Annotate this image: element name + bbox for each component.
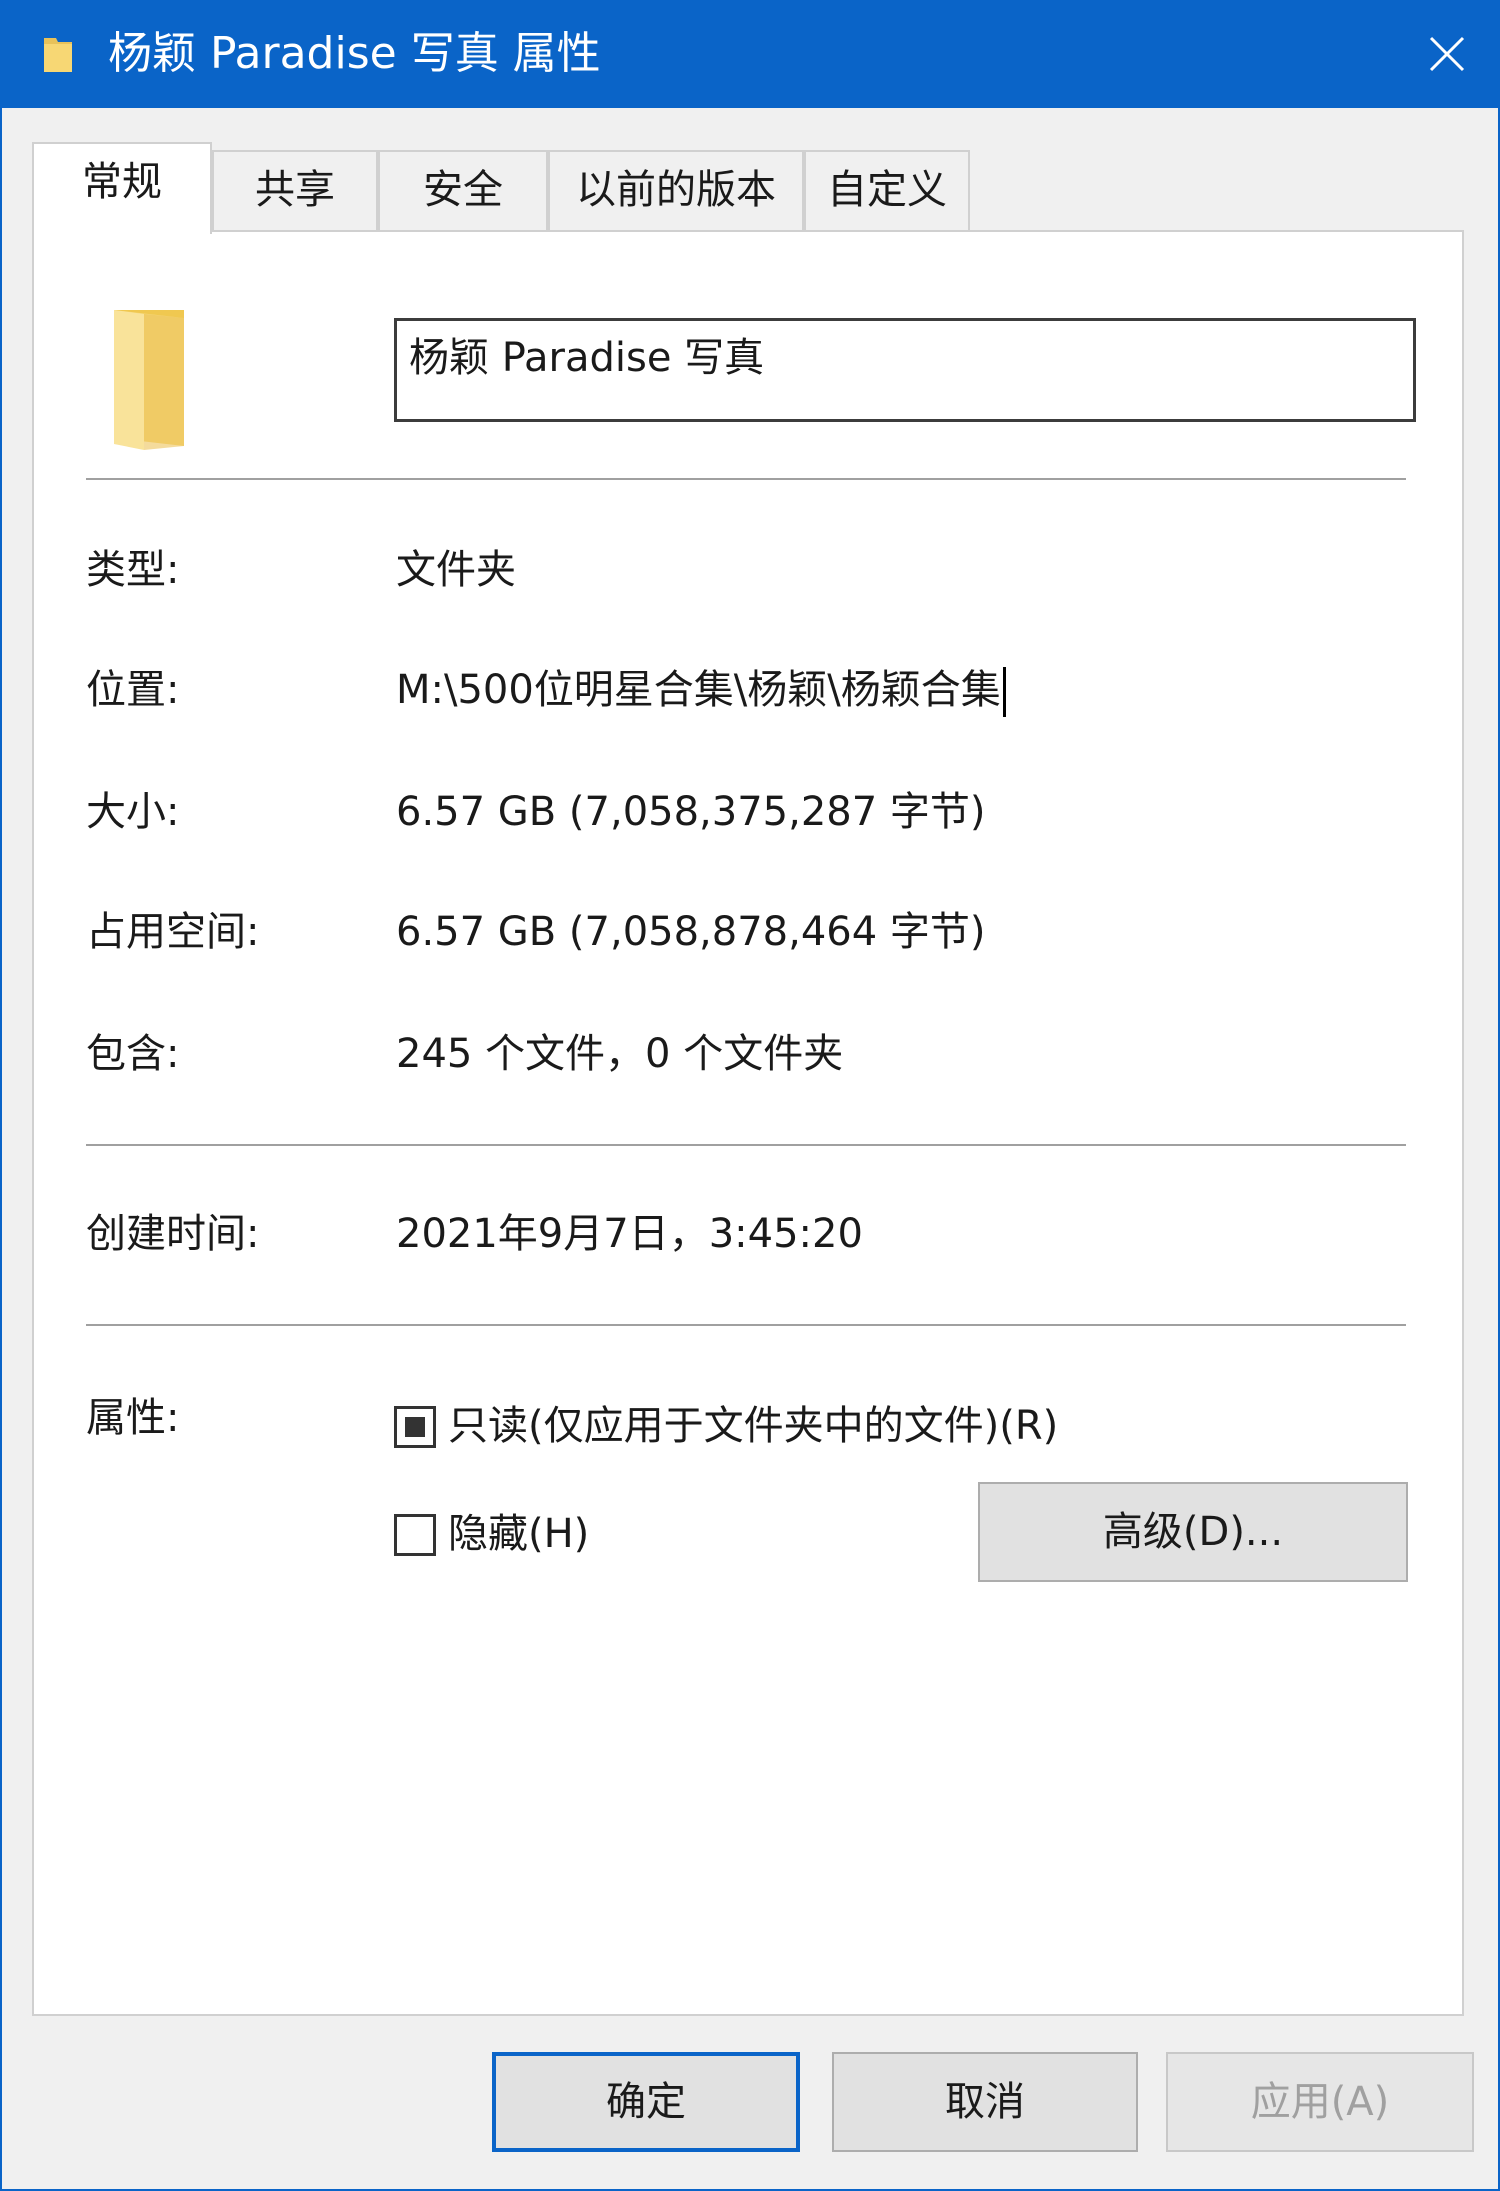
indeterminate-mark (405, 1417, 425, 1437)
disk-size-value: 6.57 GB (7,058,878,464 字节) (396, 909, 986, 955)
close-button[interactable] (1392, 0, 1500, 108)
window-title: 杨颖 Paradise 写真 属性 (108, 28, 601, 79)
size-label: 大小: (86, 789, 180, 835)
attributes-label: 属性: (86, 1395, 180, 1441)
readonly-label[interactable]: 只读(仅应用于文件夹中的文件)(R) (448, 1400, 1058, 1452)
folder-icon (114, 310, 184, 450)
created-label: 创建时间: (86, 1211, 260, 1257)
advanced-button[interactable]: 高级(D)... (978, 1482, 1408, 1582)
contains-label: 包含: (86, 1031, 180, 1077)
readonly-checkbox[interactable] (394, 1406, 436, 1448)
tab-security[interactable]: 安全 (378, 150, 548, 230)
apply-button[interactable]: 应用(A) (1166, 2052, 1474, 2152)
tab-sharing[interactable]: 共享 (212, 150, 378, 230)
tab-previous-versions[interactable]: 以前的版本 (548, 150, 804, 230)
type-value: 文件夹 (396, 547, 516, 593)
contains-value: 245 个文件，0 个文件夹 (396, 1031, 844, 1077)
tab-general[interactable]: 常规 (32, 142, 212, 234)
location-value[interactable]: M:\500位明星合集\杨颖\杨颖合集 (396, 664, 1006, 717)
folder-icon (44, 38, 72, 72)
location-text: M:\500位明星合集\杨颖\杨颖合集 (396, 667, 1001, 713)
close-icon (1429, 36, 1465, 72)
disk-size-label: 占用空间: (86, 909, 260, 955)
location-label: 位置: (86, 667, 180, 713)
general-panel (32, 230, 1464, 2016)
created-value: 2021年9月7日，3:45:20 (396, 1211, 863, 1257)
ok-button[interactable]: 确定 (492, 2052, 800, 2152)
type-label: 类型: (86, 547, 180, 593)
cancel-button[interactable]: 取消 (832, 2052, 1138, 2152)
hidden-label[interactable]: 隐藏(H) (448, 1508, 589, 1560)
title-bar[interactable]: 杨颖 Paradise 写真 属性 (2, 0, 1500, 108)
divider (86, 1324, 1406, 1326)
tab-customize[interactable]: 自定义 (804, 150, 970, 230)
size-value: 6.57 GB (7,058,375,287 字节) (396, 789, 986, 835)
hidden-checkbox[interactable] (394, 1514, 436, 1556)
text-caret (1002, 667, 1006, 717)
properties-window: 杨颖 Paradise 写真 属性 常规 共享 安全 以前的版本 自定义 类型:… (0, 0, 1500, 2191)
divider (86, 1144, 1406, 1146)
divider (86, 478, 1406, 480)
folder-name-input[interactable] (394, 318, 1416, 422)
